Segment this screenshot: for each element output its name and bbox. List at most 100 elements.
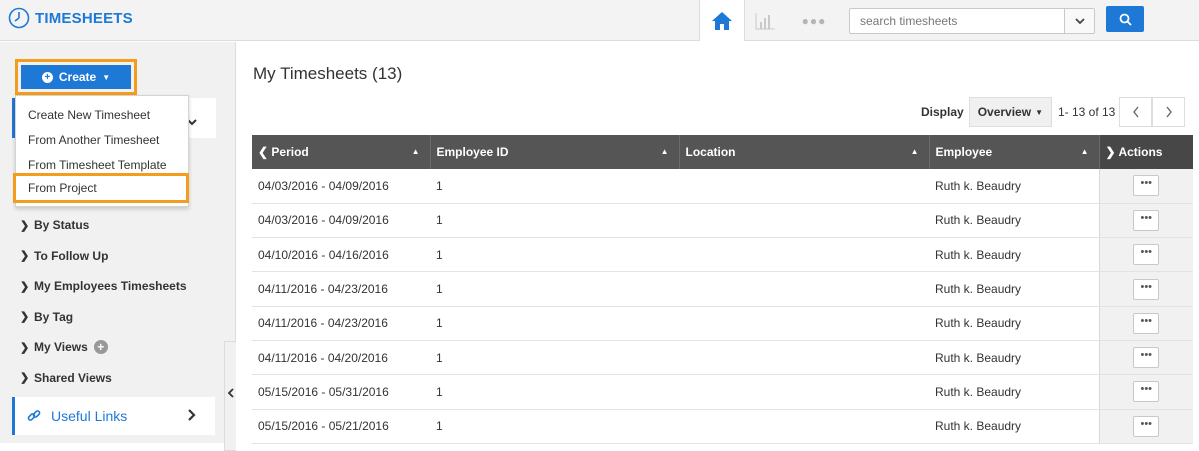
cell-actions: ••• [1098, 374, 1193, 410]
sidebar-item-by-status[interactable]: ❯ By Status [20, 210, 187, 241]
column-header-employee-id[interactable]: Employee ID ▲ [430, 135, 680, 169]
table-header-row: ❮ Period ▲ Employee ID ▲ Location ▲ Empl… [252, 135, 1193, 169]
row-actions-button[interactable]: ••• [1133, 312, 1160, 334]
chevron-right-icon: ❯ [1105, 145, 1119, 159]
row-actions-button[interactable]: ••• [1133, 278, 1160, 300]
prev-page-button[interactable] [1119, 97, 1153, 127]
table-row[interactable]: 04/03/2016 - 04/09/2016 1 Ruth k. Beaudr… [252, 169, 1193, 204]
column-label: Actions [1118, 145, 1163, 159]
view-select[interactable]: Overview ▼ [968, 97, 1052, 127]
cell-employee: Ruth k. Beaudry [929, 169, 1099, 204]
menu-item-create-new-timesheet[interactable]: Create New Timesheet [16, 103, 188, 128]
cell-employee-id: 1 [430, 409, 679, 444]
table-row[interactable]: 04/11/2016 - 04/23/2016 1 Ruth k. Beaudr… [252, 306, 1193, 341]
home-icon [712, 11, 732, 30]
cell-period: 04/03/2016 - 04/09/2016 [252, 203, 430, 239]
search-input[interactable] [850, 9, 1060, 33]
cell-location [679, 203, 929, 239]
column-header-employee[interactable]: Employee ▲ [929, 135, 1100, 169]
pager-text: 1- 13 of 13 [1057, 105, 1116, 119]
create-button-label: Create [58, 70, 97, 84]
column-header-location[interactable]: Location ▲ [679, 135, 930, 169]
table-row[interactable]: 04/03/2016 - 04/09/2016 1 Ruth k. Beaudr… [252, 203, 1193, 239]
sidebar-collapse-handle[interactable] [224, 341, 236, 451]
table-row[interactable]: 04/11/2016 - 04/23/2016 1 Ruth k. Beaudr… [252, 271, 1193, 307]
add-view-icon[interactable]: + [93, 340, 108, 355]
chevron-right-icon: ❯ [20, 372, 30, 385]
chevron-left-icon: ❮ [258, 145, 272, 159]
chevron-right-icon: ❯ [20, 311, 30, 324]
display-label: Display [921, 105, 964, 119]
row-actions-button[interactable]: ••• [1133, 381, 1160, 403]
row-actions-button[interactable]: ••• [1133, 175, 1160, 197]
cell-period: 04/03/2016 - 04/09/2016 [252, 169, 430, 204]
sidebar-item-my-views[interactable]: ❯ My Views + [20, 332, 187, 363]
cell-employee-id: 1 [430, 237, 679, 273]
app-brand[interactable]: TIMESHEETS [8, 7, 133, 29]
row-actions-button[interactable]: ••• [1133, 209, 1160, 231]
sidebar-item-label: Shared Views [34, 370, 112, 385]
table-row[interactable]: 05/15/2016 - 05/31/2016 1 Ruth k. Beaudr… [252, 374, 1193, 410]
search-box [849, 8, 1095, 34]
plus-circle-icon: + [41, 71, 53, 83]
cell-employee: Ruth k. Beaudry [929, 409, 1099, 444]
column-header-actions[interactable]: ❯ Actions [1099, 135, 1193, 169]
cell-location [679, 374, 929, 410]
more-apps-tab[interactable]: ●●● [802, 10, 826, 32]
cell-actions: ••• [1098, 306, 1193, 341]
cell-location [679, 271, 929, 307]
caret-down-icon: ▼ [102, 72, 111, 82]
chevron-right-icon: ❯ [20, 219, 30, 232]
cell-location [679, 306, 929, 341]
menu-item-from-project[interactable]: From Project [13, 173, 189, 203]
sort-asc-icon[interactable]: ▲ [661, 147, 669, 156]
cell-location [679, 169, 929, 204]
cell-actions: ••• [1098, 271, 1193, 307]
cell-actions: ••• [1098, 340, 1193, 376]
row-actions-button[interactable]: ••• [1133, 415, 1160, 437]
menu-item-from-another-timesheet[interactable]: From Another Timesheet [16, 128, 188, 153]
reports-tab[interactable] [752, 9, 778, 33]
cell-location [679, 409, 929, 444]
sidebar-item-label: To Follow Up [34, 248, 109, 263]
create-button-highlight: + Create ▼ [15, 59, 137, 95]
search-button[interactable] [1106, 6, 1144, 32]
column-label: Employee ID [436, 145, 509, 159]
cell-period: 05/15/2016 - 05/21/2016 [252, 409, 430, 444]
chevron-left-icon [227, 388, 234, 398]
create-button[interactable]: + Create ▼ [21, 65, 131, 89]
sidebar-item-to-follow-up[interactable]: ❯ To Follow Up [20, 241, 187, 272]
sidebar-item-by-tag[interactable]: ❯ By Tag [20, 302, 187, 333]
cell-employee-id: 1 [430, 169, 679, 204]
sidebar-item-shared-views[interactable]: ❯ Shared Views [20, 363, 187, 394]
more-dots-icon: ●●● [801, 14, 827, 28]
top-bar: TIMESHEETS ●●● [0, 0, 1199, 41]
cell-actions: ••• [1098, 203, 1193, 239]
column-header-period[interactable]: ❮ Period ▲ [252, 135, 431, 169]
cell-employee-id: 1 [430, 374, 679, 410]
sort-asc-icon[interactable]: ▲ [1081, 147, 1089, 156]
chevron-right-icon: ❯ [20, 250, 30, 263]
cell-location [679, 237, 929, 273]
search-options-dropdown[interactable] [1064, 9, 1094, 33]
table-row[interactable]: 04/10/2016 - 04/16/2016 1 Ruth k. Beaudr… [252, 237, 1193, 273]
chevron-right-icon: ❯ [20, 280, 30, 293]
row-actions-button[interactable]: ••• [1133, 244, 1160, 266]
cell-period: 04/11/2016 - 04/23/2016 [252, 306, 430, 341]
clock-icon [8, 7, 30, 29]
table-row[interactable]: 04/11/2016 - 04/20/2016 1 Ruth k. Beaudr… [252, 340, 1193, 376]
cell-period: 04/10/2016 - 04/16/2016 [252, 237, 430, 273]
table-row[interactable]: 05/15/2016 - 05/21/2016 1 Ruth k. Beaudr… [252, 409, 1193, 444]
sort-asc-icon[interactable]: ▲ [412, 147, 420, 156]
row-actions-button[interactable]: ••• [1133, 347, 1160, 369]
sort-asc-icon[interactable]: ▲ [911, 147, 919, 156]
table-body: 04/03/2016 - 04/09/2016 1 Ruth k. Beaudr… [252, 169, 1193, 444]
useful-links[interactable]: Useful Links [12, 397, 215, 435]
chevron-down-icon [1074, 17, 1085, 24]
next-page-button[interactable] [1152, 97, 1186, 127]
column-label: Location [685, 145, 736, 159]
sidebar-nav: ❯ By Status ❯ To Follow Up ❯ My Employee… [20, 210, 187, 393]
sidebar-item-my-employees-timesheets[interactable]: ❯ My Employees Timesheets [20, 271, 187, 302]
view-select-value: Overview [977, 105, 1032, 119]
home-tab[interactable] [699, 0, 745, 41]
